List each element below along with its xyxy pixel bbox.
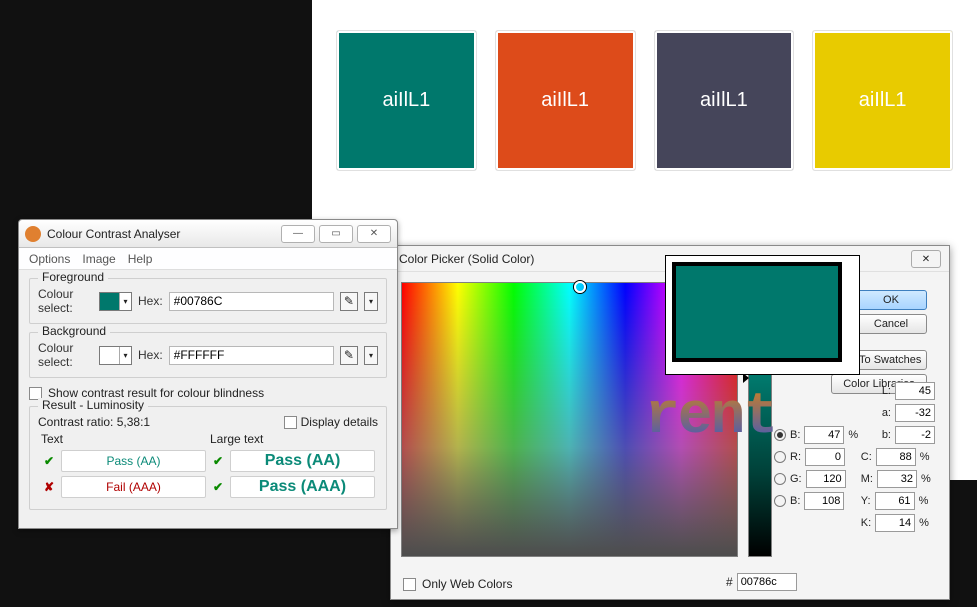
- B-label: B:: [790, 495, 800, 507]
- bg-select-label: Colour select:: [38, 341, 93, 369]
- pass-icon: ✔: [209, 475, 227, 499]
- swatch-teal[interactable]: aiIlL1: [336, 30, 477, 171]
- cancel-button[interactable]: Cancel: [855, 314, 927, 334]
- B-field[interactable]: [804, 492, 844, 510]
- M-label: M:: [861, 473, 873, 485]
- foreground-legend: Foreground: [38, 270, 108, 284]
- menu-image[interactable]: Image: [82, 252, 115, 266]
- Y-label: Y:: [861, 495, 871, 507]
- B-pct-label: B:: [790, 429, 800, 441]
- K-label: K:: [861, 517, 871, 529]
- bg-hex-input[interactable]: [169, 346, 334, 365]
- bg-eyedropper-menu[interactable]: ▾: [364, 346, 378, 365]
- result-table: Text Large text ✔ Pass (AA) ✔ Pass (AA) …: [38, 429, 378, 501]
- eyedropper-icon: ✎: [344, 348, 354, 362]
- hex-hash: #: [726, 575, 733, 589]
- swatch-orange[interactable]: aiIlL1: [495, 30, 636, 171]
- chevron-down-icon: ▾: [119, 347, 131, 364]
- details-checkbox[interactable]: [284, 416, 297, 429]
- fg-swatch-chip: [100, 293, 119, 310]
- result-group: Result - Luminosity Contrast ratio: 5,38…: [29, 406, 387, 510]
- fg-hex-input[interactable]: [169, 292, 334, 311]
- fg-hex-label: Hex:: [138, 294, 163, 308]
- swatch-label: aiIlL1: [859, 89, 907, 112]
- b-field[interactable]: [895, 426, 935, 444]
- pass-icon: ✔: [40, 449, 58, 473]
- L-label: L:: [882, 385, 891, 397]
- background-group: Background Colour select: ▾ Hex: ✎ ▾: [29, 332, 387, 378]
- details-label: Display details: [301, 415, 378, 429]
- fg-select-label: Colour select:: [38, 287, 93, 315]
- swatch-yellow[interactable]: aiIlL1: [812, 30, 953, 171]
- result-legend: Result - Luminosity: [38, 398, 148, 412]
- menu-options[interactable]: Options: [29, 252, 70, 266]
- B-pct-field[interactable]: [804, 426, 844, 444]
- a-field[interactable]: [895, 404, 935, 422]
- Y-field[interactable]: [875, 492, 915, 510]
- cca-titlebar[interactable]: Colour Contrast Analyser — ▭ ✕: [19, 220, 397, 248]
- fail-icon: ✘: [40, 475, 58, 499]
- pixel-text-overlay: rent: [645, 385, 776, 450]
- cca-app-icon: [25, 226, 41, 242]
- picker-title-text: Color Picker (Solid Color): [399, 252, 534, 266]
- bg-swatch-chip: [100, 347, 119, 364]
- G-radio[interactable]: [774, 473, 786, 485]
- large-aaa-badge: Pass (AAA): [230, 476, 375, 498]
- ratio-value: 5,38:1: [117, 415, 150, 429]
- swatch-label: aiIlL1: [541, 89, 589, 112]
- C-field[interactable]: [876, 448, 916, 466]
- R-field[interactable]: [805, 448, 845, 466]
- pass-icon: ✔: [209, 449, 227, 473]
- swatch-label: aiIlL1: [382, 89, 430, 112]
- hex-field[interactable]: [737, 573, 797, 591]
- color-field-cursor[interactable]: [574, 281, 586, 293]
- bg-swatch-dropdown[interactable]: ▾: [99, 346, 132, 365]
- a-label: a:: [882, 407, 891, 419]
- G-field[interactable]: [806, 470, 846, 488]
- close-button[interactable]: ✕: [357, 225, 391, 243]
- magnifier-color-chip: [672, 262, 842, 362]
- menu-help[interactable]: Help: [128, 252, 153, 266]
- G-label: G:: [790, 473, 802, 485]
- B-radio[interactable]: [774, 495, 786, 507]
- L-field[interactable]: [895, 382, 935, 400]
- chevron-down-icon: ▾: [119, 293, 131, 310]
- web-colors-label: Only Web Colors: [422, 577, 512, 591]
- bg-eyedropper-button[interactable]: ✎: [340, 346, 358, 365]
- b-label: b:: [882, 429, 891, 441]
- fg-eyedropper-button[interactable]: ✎: [340, 292, 358, 311]
- large-heading: Large text: [210, 432, 263, 446]
- pct-label: %: [848, 429, 862, 441]
- background-legend: Background: [38, 324, 110, 338]
- ratio-label: Contrast ratio:: [38, 415, 113, 429]
- maximize-button[interactable]: ▭: [319, 225, 353, 243]
- fg-swatch-dropdown[interactable]: ▾: [99, 292, 132, 311]
- eyedropper-icon: ✎: [344, 294, 354, 308]
- text-aaa-badge: Fail (AAA): [61, 476, 206, 498]
- bg-hex-label: Hex:: [138, 348, 163, 362]
- swatch-row: aiIlL1 aiIlL1 aiIlL1 aiIlL1: [336, 30, 953, 171]
- R-label: R:: [790, 451, 801, 463]
- cca-title-text: Colour Contrast Analyser: [47, 227, 180, 241]
- C-label: C:: [861, 451, 872, 463]
- swatch-label: aiIlL1: [700, 89, 748, 112]
- K-field[interactable]: [875, 514, 915, 532]
- R-radio[interactable]: [774, 451, 786, 463]
- ok-button[interactable]: OK: [855, 290, 927, 310]
- magnifier-preview: [665, 255, 860, 375]
- foreground-group: Foreground Colour select: ▾ Hex: ✎ ▾: [29, 278, 387, 324]
- large-aa-badge: Pass (AA): [230, 450, 375, 472]
- minimize-button[interactable]: —: [281, 225, 315, 243]
- text-heading: Text: [41, 432, 63, 446]
- text-aa-badge: Pass (AA): [61, 450, 206, 472]
- picker-close-button[interactable]: ✕: [911, 250, 941, 268]
- swatch-slate[interactable]: aiIlL1: [654, 30, 795, 171]
- cca-window: Colour Contrast Analyser — ▭ ✕ Options I…: [18, 219, 398, 529]
- M-field[interactable]: [877, 470, 917, 488]
- web-colors-checkbox[interactable]: [403, 578, 416, 591]
- cca-menubar: Options Image Help: [19, 248, 397, 270]
- fg-eyedropper-menu[interactable]: ▾: [364, 292, 378, 311]
